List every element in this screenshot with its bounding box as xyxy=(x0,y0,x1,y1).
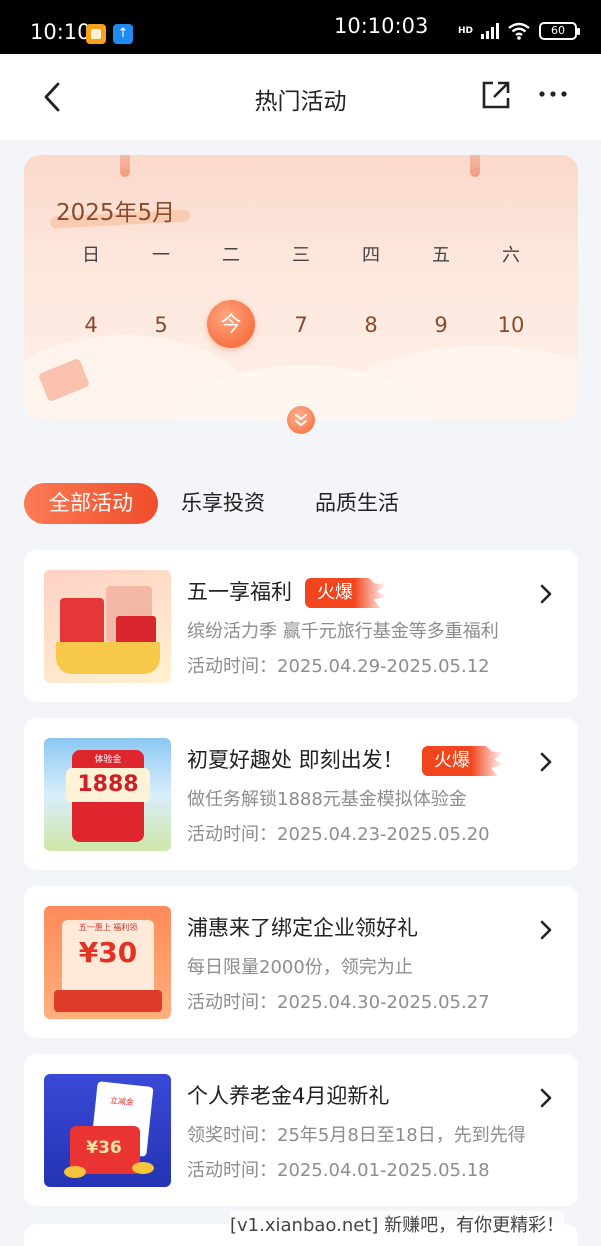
signal-icon xyxy=(481,23,500,39)
activity-time: 活动时间：2025.04.30-2025.05.27 xyxy=(187,988,490,1014)
activity-title: 浦惠来了绑定企业领好礼 xyxy=(187,916,418,940)
hd-indicator: HD xyxy=(458,25,474,36)
activity-time-value: 2025.04.30-2025.05.27 xyxy=(277,992,490,1013)
calendar-day[interactable]: 9 xyxy=(421,313,461,337)
activity-description: 缤纷活力季 赢千元旅行基金等多重福利 xyxy=(187,621,499,642)
upload-app-icon: ↑ xyxy=(113,24,133,44)
activity-time-value: 2025.04.23-2025.05.20 xyxy=(277,824,490,845)
status-indicators: HD 60 xyxy=(458,22,581,40)
weekday-label: 四 xyxy=(362,245,380,266)
activity-time-label: 活动时间： xyxy=(187,992,277,1013)
red-envelope-illustration xyxy=(54,990,162,1012)
tab-quality-life[interactable]: 品质生活 xyxy=(315,483,399,524)
nav-bar: 热门活动 xyxy=(0,54,601,140)
weekday-label: 一 xyxy=(152,245,170,266)
calendar-day[interactable]: 5 xyxy=(141,313,181,337)
weekday-label: 二 xyxy=(222,245,240,266)
thumbnail-amount: 1888 xyxy=(66,768,150,802)
activity-thumbnail: 五一惠上 福利领 ¥30 xyxy=(44,906,171,1019)
thumbnail-amount: ¥36 xyxy=(86,1138,122,1158)
activity-card[interactable]: 立减金 ¥36 个人养老金4月迎新礼 领奖时间：25年5月8日至18日，先到先得… xyxy=(24,1054,578,1206)
thumbnail-caption: 五一惠上 福利领 xyxy=(78,923,138,932)
activity-title: 初夏好趣处 即刻出发！ xyxy=(187,748,404,772)
activity-time-label: 活动时间： xyxy=(187,656,277,677)
calendar-today[interactable]: 今 xyxy=(207,300,255,348)
calendar-day[interactable]: 10 xyxy=(491,313,531,337)
activity-time-value: 2025.04.29-2025.05.12 xyxy=(277,656,490,677)
coin-illustration xyxy=(64,1166,86,1178)
chevron-right-icon xyxy=(538,583,554,605)
activity-calendar: 2025年5月 日 一 二 三 四 五 六 4 5 今 7 8 9 10 xyxy=(24,155,578,419)
calendar-pin xyxy=(470,155,480,177)
weekday-label: 六 xyxy=(502,245,520,266)
activity-tabs: 全部活动 乐享投资 品质生活 xyxy=(24,483,584,524)
activity-card[interactable]: 体验金 1888 初夏好趣处 即刻出发！ 火爆 做任务解锁1888元基金模拟体验… xyxy=(24,718,578,870)
share-icon[interactable] xyxy=(480,79,512,111)
chevron-right-icon xyxy=(538,919,554,941)
calendar-day[interactable]: 4 xyxy=(71,313,111,337)
tab-invest[interactable]: 乐享投资 xyxy=(181,483,265,524)
activity-thumbnail: 体验金 1888 xyxy=(44,738,171,851)
activity-time-label: 活动时间： xyxy=(187,824,277,845)
activity-description: 每日限量2000份，领完为止 xyxy=(187,957,413,978)
activity-thumbnail: 立减金 ¥36 xyxy=(44,1074,171,1187)
chevron-right-icon xyxy=(538,751,554,773)
calendar-day[interactable]: 8 xyxy=(351,313,391,337)
wifi-icon xyxy=(507,22,531,40)
status-time-left: 10:10 xyxy=(30,20,91,44)
thumbnail-caption: 体验金 xyxy=(94,755,122,765)
watermark: [v1.xianbao.net] 新赚吧，有你更精彩！ xyxy=(230,1211,565,1237)
coin-illustration xyxy=(132,1162,154,1174)
chevron-right-icon xyxy=(538,1087,554,1109)
more-icon[interactable] xyxy=(538,84,568,104)
double-chevron-down-icon[interactable] xyxy=(287,406,315,434)
status-time-center: 10:10:03 xyxy=(334,14,429,38)
tab-all-activities[interactable]: 全部活动 xyxy=(24,483,158,524)
calendar-pin xyxy=(120,155,130,177)
activity-time: 活动时间：2025.04.01-2025.05.18 xyxy=(187,1156,490,1182)
activity-thumbnail xyxy=(44,570,171,683)
battery-icon: 60 xyxy=(539,22,581,40)
status-bar: 10:10 ↑ 10:10:03 HD 60 xyxy=(0,0,601,54)
weekday-label: 五 xyxy=(432,245,450,266)
activity-card[interactable]: 五一惠上 福利领 ¥30 浦惠来了绑定企业领好礼 每日限量2000份，领完为止 … xyxy=(24,886,578,1038)
weekday-label: 日 xyxy=(82,245,100,266)
activity-title: 个人养老金4月迎新礼 xyxy=(187,1084,390,1108)
activity-time: 活动时间：2025.04.29-2025.05.12 xyxy=(187,652,490,678)
activity-time-value: 2025.04.01-2025.05.18 xyxy=(277,1160,490,1181)
activity-description: 做任务解锁1888元基金模拟体验金 xyxy=(187,789,467,810)
thumbnail-amount: ¥30 xyxy=(78,936,138,969)
activity-card[interactable]: 五一享福利 火爆 缤纷活力季 赢千元旅行基金等多重福利 活动时间：2025.04… xyxy=(24,550,578,702)
activity-time: 活动时间：2025.04.23-2025.05.20 xyxy=(187,820,490,846)
hot-badge: 火爆 xyxy=(422,746,504,776)
calendar-day[interactable]: 7 xyxy=(281,313,321,337)
activity-time-label: 活动时间： xyxy=(187,1160,277,1181)
hot-badge: 火爆 xyxy=(305,578,387,608)
calendar-month: 2025年5月 xyxy=(56,200,176,226)
weekday-label: 三 xyxy=(292,245,310,266)
notes-app-icon xyxy=(86,24,106,44)
basket-illustration xyxy=(56,642,160,674)
activity-description: 领奖时间：25年5月8日至18日，先到先得 xyxy=(187,1125,526,1146)
activity-title: 五一享福利 xyxy=(187,580,292,604)
